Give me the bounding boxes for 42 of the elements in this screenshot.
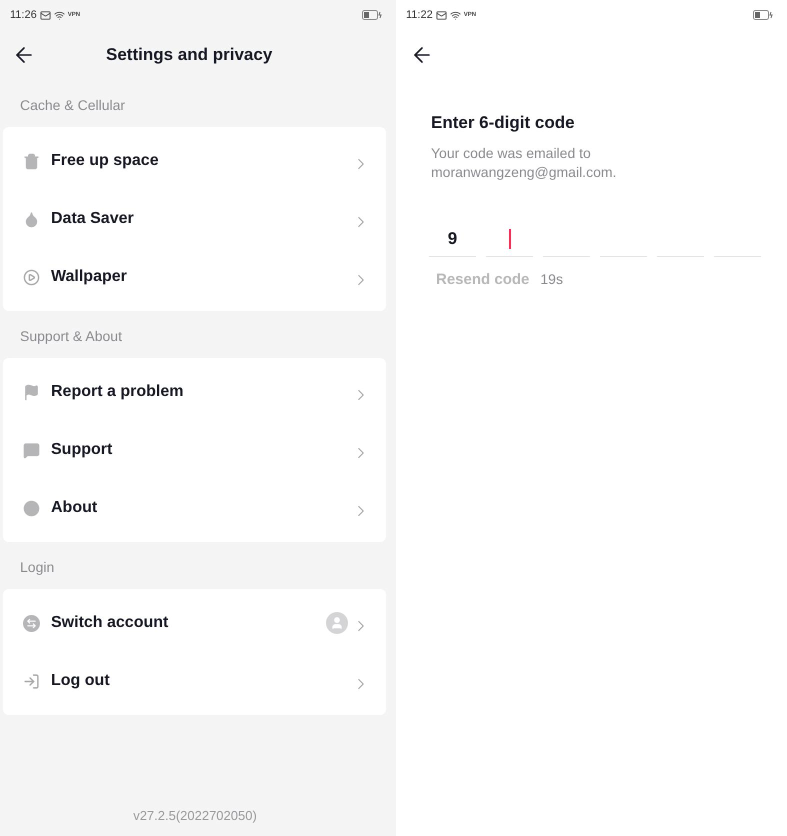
settings-row[interactable]: Switch account xyxy=(3,594,386,652)
row-label: About xyxy=(51,498,98,518)
row-label: Support xyxy=(51,440,114,460)
row-label: Data Saver xyxy=(51,209,135,229)
settings-row[interactable]: Report a problem xyxy=(3,363,386,421)
drop-icon xyxy=(23,210,40,228)
code-title: Enter 6-digit code xyxy=(431,112,576,134)
email-message: Your code was emailed to moranwangzeng@gmail.com. xyxy=(431,144,618,182)
battery-icon xyxy=(362,10,382,20)
settings-row[interactable]: Log out xyxy=(3,652,386,710)
settings-row[interactable]: About xyxy=(3,479,386,537)
mail-icon xyxy=(436,10,447,20)
settings-row[interactable]: Free up space xyxy=(3,132,386,190)
settings-row[interactable]: Wallpaper xyxy=(3,248,386,306)
screen-title: Settings and privacy xyxy=(106,44,272,66)
section-label: Login xyxy=(20,558,56,577)
swap-icon xyxy=(23,614,40,632)
avatar-icon xyxy=(326,612,348,634)
wifi-icon xyxy=(450,10,461,20)
mail-icon xyxy=(40,10,51,20)
status-time: 11:22 xyxy=(406,8,433,23)
section-label: Support & About xyxy=(20,327,123,346)
row-label: Wallpaper xyxy=(51,267,128,287)
settings-row[interactable]: Support xyxy=(3,421,386,479)
row-label: Report a problem xyxy=(51,382,184,402)
play-icon xyxy=(23,268,40,286)
battery-icon xyxy=(753,10,773,20)
row-label: Free up space xyxy=(51,151,160,171)
countdown-timer: 19s xyxy=(540,270,563,290)
exit-icon xyxy=(23,672,40,690)
section-label: Cache & Cellular xyxy=(20,96,126,115)
status-time: 11:26 xyxy=(10,8,37,23)
row-label: Log out xyxy=(51,671,111,691)
flag-icon xyxy=(23,384,40,400)
wifi-icon xyxy=(54,10,65,20)
trash-icon xyxy=(23,152,40,170)
code-digit-field[interactable]: 9 xyxy=(429,222,476,256)
version-text: v27.2.5(2022702050) xyxy=(133,806,257,825)
chat-icon xyxy=(23,442,40,458)
settings-row[interactable]: Data Saver xyxy=(3,190,386,248)
row-label: Switch account xyxy=(51,613,170,633)
text-cursor xyxy=(508,229,510,249)
